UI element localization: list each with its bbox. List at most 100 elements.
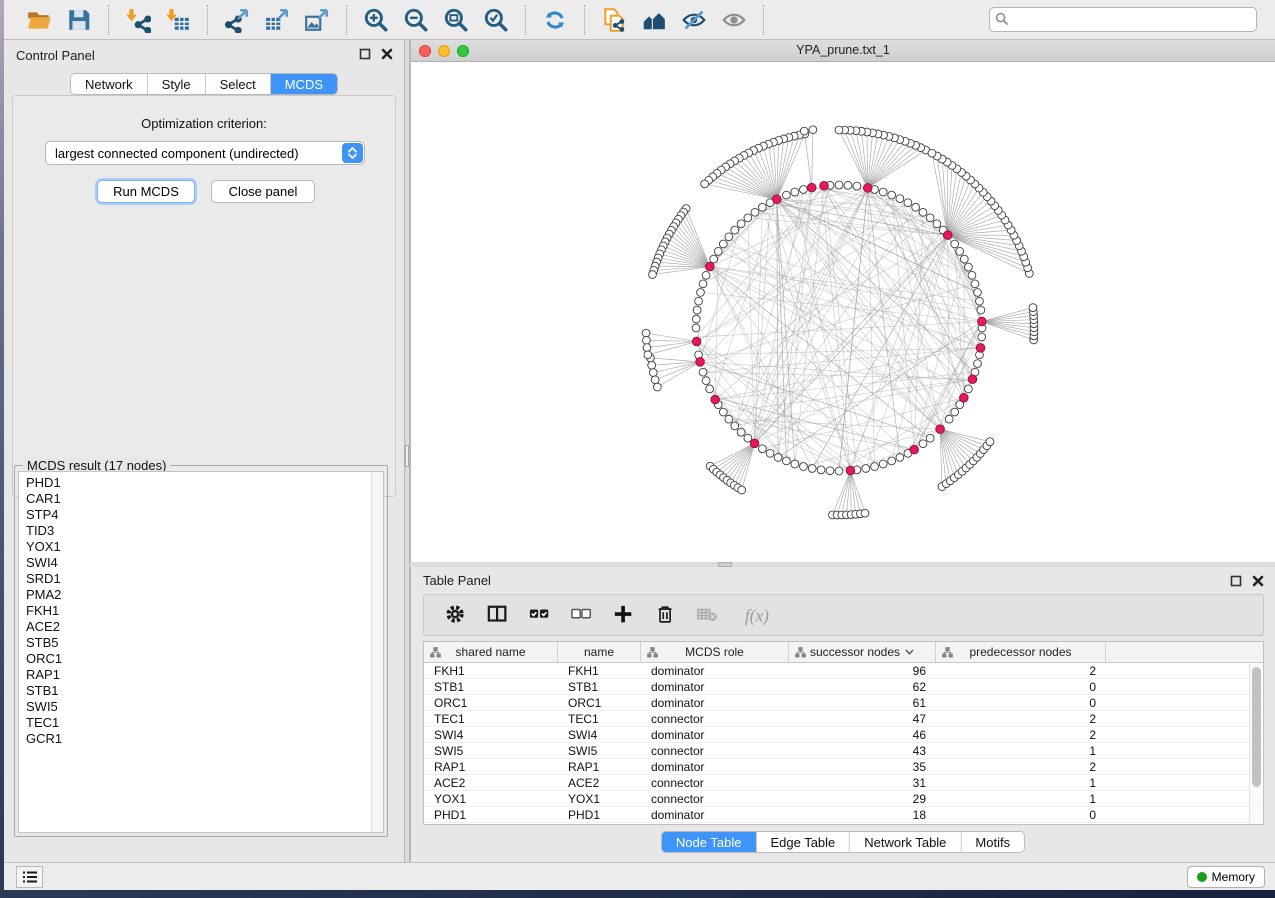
cell-successor_nodes[interactable]: 29 — [789, 791, 936, 806]
cell-name[interactable]: ORC1 — [558, 695, 641, 710]
cell-shared_name[interactable]: YOX1 — [424, 791, 558, 806]
cell-predecessor_nodes[interactable]: 2 — [936, 727, 1106, 742]
vertical-splitter-handle[interactable] — [405, 445, 409, 467]
table-row[interactable]: ORC1ORC1dominator610 — [424, 695, 1263, 711]
cell-name[interactable]: SWI5 — [558, 743, 641, 758]
import-table-button[interactable] — [158, 4, 198, 36]
task-history-button[interactable] — [16, 866, 43, 888]
table-row[interactable]: FKH1FKH1dominator962 — [424, 663, 1263, 679]
cell-shared_name[interactable]: TEC1 — [424, 711, 558, 726]
table-scrollbar-thumb[interactable] — [1252, 667, 1261, 787]
tab-node-table[interactable]: Node Table — [662, 832, 757, 852]
cell-mcds_role[interactable]: dominator — [641, 695, 789, 710]
column-header-successor-nodes[interactable]: successor nodes — [789, 642, 936, 662]
result-list-scrollbar[interactable] — [371, 472, 383, 832]
table-row[interactable]: STB1STB1dominator620 — [424, 679, 1263, 695]
mcds-result-item[interactable]: TEC1 — [26, 715, 383, 731]
cell-predecessor_nodes[interactable]: 2 — [936, 711, 1106, 726]
window-zoom-button[interactable] — [457, 45, 469, 57]
cell-successor_nodes[interactable]: 35 — [789, 759, 936, 774]
cell-predecessor_nodes[interactable]: 2 — [936, 759, 1106, 774]
settings-gear-button[interactable] — [438, 598, 474, 632]
cell-successor_nodes[interactable]: 18 — [789, 807, 936, 822]
column-header-predecessor-nodes[interactable]: predecessor nodes — [936, 642, 1106, 662]
cell-name[interactable]: SWI4 — [558, 727, 641, 742]
memory-button[interactable]: Memory — [1187, 866, 1265, 888]
cell-mcds_role[interactable]: connector — [641, 711, 789, 726]
tab-network[interactable]: Network — [71, 74, 148, 94]
cell-shared_name[interactable]: FKH1 — [424, 663, 558, 678]
mcds-result-item[interactable]: STP4 — [26, 507, 383, 523]
cell-successor_nodes[interactable]: 61 — [789, 695, 936, 710]
cell-mcds_role[interactable]: dominator — [641, 759, 789, 774]
cell-predecessor_nodes[interactable]: 2 — [936, 663, 1106, 678]
table-row[interactable]: SWI5SWI5connector431 — [424, 743, 1263, 759]
network-graph-canvas[interactable] — [411, 62, 1274, 561]
houses-button[interactable] — [634, 4, 674, 36]
column-header-shared-name[interactable]: shared name — [424, 642, 558, 662]
select-all-button[interactable] — [522, 598, 558, 632]
cell-successor_nodes[interactable]: 46 — [789, 727, 936, 742]
cell-shared_name[interactable]: STB1 — [424, 679, 558, 694]
table-row[interactable]: SWI4SWI4dominator462 — [424, 727, 1263, 743]
export-image-button[interactable] — [297, 4, 337, 36]
zoom-out-button[interactable] — [396, 4, 436, 36]
eye-button[interactable] — [714, 4, 754, 36]
table-row[interactable]: TEC1TEC1connector472 — [424, 711, 1263, 727]
cell-predecessor_nodes[interactable]: 0 — [936, 679, 1106, 694]
cell-mcds_role[interactable]: dominator — [641, 663, 789, 678]
cell-mcds_role[interactable]: connector — [641, 791, 789, 806]
mcds-result-item[interactable]: RAP1 — [26, 667, 383, 683]
cell-predecessor_nodes[interactable]: 1 — [936, 791, 1106, 806]
table-row[interactable]: RAP1RAP1dominator352 — [424, 759, 1263, 775]
cell-predecessor_nodes[interactable]: 0 — [936, 695, 1106, 710]
eye-hidden-button[interactable] — [674, 4, 714, 36]
add-column-button[interactable] — [606, 598, 642, 632]
cell-name[interactable]: ACE2 — [558, 775, 641, 790]
cell-successor_nodes[interactable]: 62 — [789, 679, 936, 694]
search-input[interactable] — [989, 7, 1257, 32]
cell-predecessor_nodes[interactable]: 1 — [936, 775, 1106, 790]
cell-predecessor_nodes[interactable]: 0 — [936, 807, 1106, 822]
cell-shared_name[interactable]: SWI5 — [424, 743, 558, 758]
table-row[interactable]: YOX1YOX1connector291 — [424, 791, 1263, 807]
cell-shared_name[interactable]: ORC1 — [424, 695, 558, 710]
close-panel-text-button[interactable]: Close panel — [211, 180, 315, 203]
cell-predecessor_nodes[interactable]: 1 — [936, 743, 1106, 758]
export-network-button[interactable] — [217, 4, 257, 36]
mcds-result-item[interactable]: SRD1 — [26, 571, 383, 587]
zoom-in-button[interactable] — [356, 4, 396, 36]
clone-document-button[interactable] — [594, 4, 634, 36]
cell-mcds_role[interactable]: dominator — [641, 679, 789, 694]
mcds-result-item[interactable]: STB5 — [26, 635, 383, 651]
cell-mcds_role[interactable]: dominator — [641, 807, 789, 822]
tab-select[interactable]: Select — [206, 74, 271, 94]
table-scrollbar[interactable] — [1249, 664, 1262, 823]
cell-name[interactable]: STB1 — [558, 679, 641, 694]
mcds-result-item[interactable]: ACE2 — [26, 619, 383, 635]
tab-motifs[interactable]: Motifs — [961, 832, 1024, 852]
zoom-fit-button[interactable] — [436, 4, 476, 36]
window-close-button[interactable] — [419, 45, 431, 57]
cell-mcds_role[interactable]: dominator — [641, 727, 789, 742]
optimization-criterion-select[interactable]: largest connected component (undirected) — [45, 141, 365, 165]
zoom-selected-button[interactable] — [476, 4, 516, 36]
refresh-view-button[interactable] — [535, 4, 575, 36]
mcds-result-item[interactable]: STB1 — [26, 683, 383, 699]
cell-successor_nodes[interactable]: 43 — [789, 743, 936, 758]
split-panel-button[interactable] — [480, 598, 516, 632]
import-network-button[interactable] — [118, 4, 158, 36]
column-header-name[interactable]: name — [558, 642, 641, 662]
mcds-result-item[interactable]: SWI5 — [26, 699, 383, 715]
export-table-button[interactable] — [257, 4, 297, 36]
network-window-titlebar[interactable]: YPA_prune.txt_1 — [411, 40, 1275, 62]
open-folder-button[interactable] — [19, 4, 59, 36]
mcds-result-item[interactable]: SWI4 — [26, 555, 383, 571]
mcds-result-item[interactable]: CAR1 — [26, 491, 383, 507]
cell-name[interactable]: TEC1 — [558, 711, 641, 726]
cell-name[interactable]: YOX1 — [558, 791, 641, 806]
run-mcds-button[interactable]: Run MCDS — [97, 180, 195, 203]
mcds-result-item[interactable]: ORC1 — [26, 651, 383, 667]
float-panel-button[interactable] — [358, 48, 372, 62]
cell-name[interactable]: FKH1 — [558, 663, 641, 678]
